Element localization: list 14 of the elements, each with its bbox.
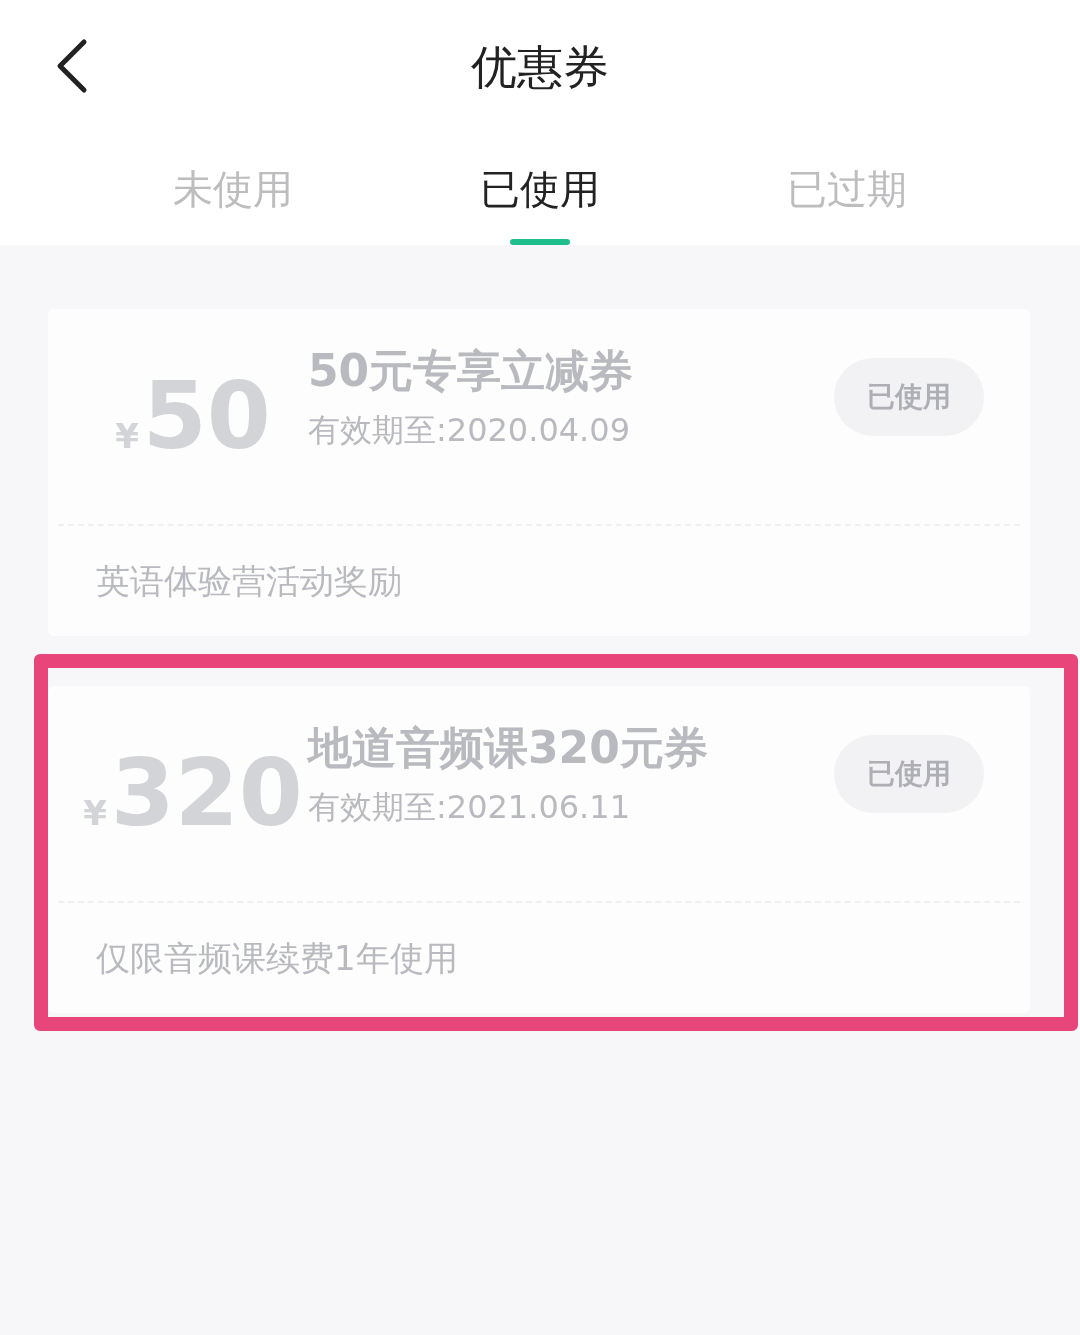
coupon-validity: 有效期至:2020.04.09 bbox=[308, 410, 631, 450]
tab[interactable]: 未使用 bbox=[173, 135, 294, 245]
coupon-note: 仅限音频课续费1年使用 bbox=[96, 936, 458, 980]
tab[interactable]: 已使用 bbox=[480, 135, 600, 245]
status-button[interactable]: 已使用 bbox=[834, 734, 984, 813]
coupon-title: 50元专享立减券 bbox=[308, 344, 635, 398]
page-title: 优惠券 bbox=[471, 39, 609, 96]
currency-symbol: ¥ bbox=[83, 791, 107, 835]
coupon-title: 地道音频课320元券 bbox=[308, 721, 709, 775]
coupon-note: 英语体验营活动奖励 bbox=[96, 559, 402, 603]
currency-symbol: ¥ bbox=[115, 414, 139, 458]
status-button[interactable]: 已使用 bbox=[834, 357, 984, 436]
coupon-validity: 有效期至:2021.06.11 bbox=[308, 787, 631, 827]
tab[interactable]: 已过期 bbox=[786, 135, 907, 245]
